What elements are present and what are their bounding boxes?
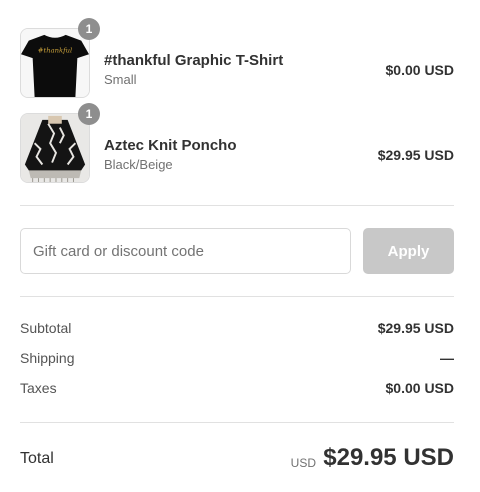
product-thumbnail: 1 xyxy=(20,103,100,183)
divider xyxy=(20,296,454,297)
subtotal-value: $29.95 USD xyxy=(377,320,454,336)
total-label: Total xyxy=(20,450,54,467)
aztec-poncho-image xyxy=(21,114,89,182)
shirt-print-text: #thankful xyxy=(38,46,72,54)
discount-code-input[interactable] xyxy=(20,228,351,274)
black-tshirt-image: #thankful xyxy=(21,29,89,97)
total-amount: $29.95 USD xyxy=(323,444,454,471)
taxes-row: Taxes $0.00 USD xyxy=(20,380,454,400)
product-name: #thankful Graphic T-Shirt xyxy=(104,52,284,69)
subtotal-label: Subtotal xyxy=(20,320,72,336)
line-item: 1 Aztec Knit Poncho Black/Beige $29.95 U… xyxy=(20,103,454,183)
product-price: $29.95 USD xyxy=(377,147,454,163)
apply-button[interactable]: Apply xyxy=(363,228,454,274)
product-thumbnail: #thankful 1 xyxy=(20,18,100,98)
product-price: $0.00 USD xyxy=(385,62,454,78)
shipping-row: Shipping — xyxy=(20,350,454,370)
total-currency: USD xyxy=(290,456,316,470)
quantity-badge: 1 xyxy=(78,18,100,40)
line-item: #thankful 1 #thankful Graphic T-Shirt Sm… xyxy=(20,18,454,98)
divider xyxy=(20,205,454,206)
divider xyxy=(20,422,454,423)
quantity-badge: 1 xyxy=(78,103,100,125)
product-name: Aztec Knit Poncho xyxy=(104,137,237,154)
subtotal-row: Subtotal $29.95 USD xyxy=(20,320,454,340)
shipping-label: Shipping xyxy=(20,350,75,366)
product-variant: Black/Beige xyxy=(104,157,173,172)
taxes-value: $0.00 USD xyxy=(385,380,454,396)
shipping-value: — xyxy=(440,350,454,366)
product-variant: Small xyxy=(104,72,137,87)
taxes-label: Taxes xyxy=(20,380,57,396)
